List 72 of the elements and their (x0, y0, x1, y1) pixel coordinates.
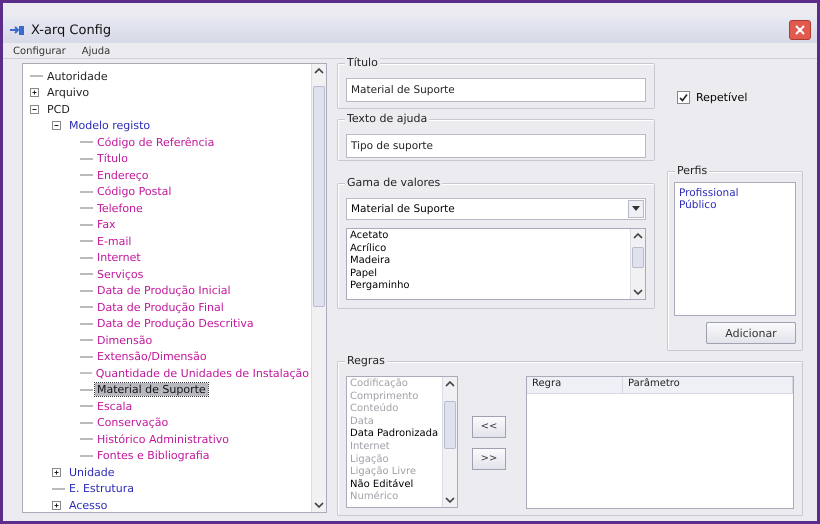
add-button[interactable]: Adicionar (706, 322, 796, 344)
tree-item[interactable]: Serviços (95, 268, 146, 281)
tree-item[interactable]: Acesso (67, 498, 110, 512)
tree-item[interactable]: Unidade (67, 466, 117, 479)
profile-item[interactable]: Público (679, 199, 791, 211)
close-icon (795, 25, 805, 35)
app-icon (9, 24, 25, 36)
tree-item[interactable]: Arquivo (45, 86, 92, 100)
tree-item[interactable]: Modelo registo (67, 119, 152, 132)
group-label: Texto de ajuda (345, 112, 430, 125)
tree-item[interactable]: E-mail (95, 234, 134, 248)
tree-item[interactable]: Código Postal (95, 185, 174, 198)
scroll-thumb[interactable] (444, 401, 456, 450)
close-button[interactable] (789, 20, 811, 40)
list-item[interactable]: Acetato (350, 230, 627, 243)
group-label: Título (345, 56, 380, 69)
group-label: Gama de valores (345, 176, 442, 189)
scrollbar[interactable] (442, 377, 457, 507)
tree-item[interactable]: Fax (95, 218, 118, 232)
values-dropdown[interactable]: Material de Suporte (346, 198, 646, 220)
help-text-field[interactable]: Tipo de suporte (346, 134, 646, 158)
list-item[interactable]: Madeira (350, 255, 627, 268)
checkbox[interactable] (677, 90, 690, 104)
scroll-thumb[interactable] (313, 86, 325, 307)
list-item[interactable]: Acrílico (350, 242, 627, 256)
collapse-icon[interactable] (29, 104, 40, 115)
scrollbar[interactable] (311, 64, 326, 512)
values-list[interactable]: Acetato Acrílico Madeira Papel Pergaminho (346, 228, 646, 300)
menu-item[interactable]: Ajuda (82, 46, 110, 55)
collapse-icon[interactable] (51, 120, 62, 132)
tree-item[interactable]: Data de Produção Final (95, 300, 226, 314)
tree-item[interactable]: Data de Produção Inicial (95, 284, 233, 298)
tree-item[interactable]: Endereço (95, 168, 150, 182)
group-label: Perfis (675, 164, 710, 177)
window-title: X-arq Config (31, 22, 112, 38)
tree-item[interactable]: Extensão/Dimensão (95, 350, 209, 364)
tree-item[interactable]: Material de Suporte (95, 383, 208, 396)
caret-icon (632, 206, 640, 212)
column-header[interactable]: Parâmetro (623, 377, 793, 393)
tree-item[interactable]: Telefone (95, 202, 145, 215)
tree-item[interactable]: Autoridade (45, 70, 110, 83)
tree-item[interactable]: PCD (45, 102, 72, 116)
column-header[interactable]: Regra (527, 377, 623, 393)
tree-item[interactable]: Dimensão (95, 334, 154, 347)
tree-item[interactable]: Conservação (95, 416, 170, 430)
tree-item[interactable]: Quantidade de Unidades de Instalação (94, 366, 311, 380)
move-button[interactable]: << (472, 416, 506, 438)
expand-icon[interactable] (29, 87, 40, 98)
check-icon (679, 92, 688, 102)
group-label: Regras (345, 354, 387, 367)
tree-item[interactable]: Internet (95, 251, 143, 264)
tree-item[interactable]: Fontes e Bibliografia (95, 449, 212, 462)
tree-item[interactable]: Data de Produção Descritiva (95, 317, 256, 330)
scroll-thumb[interactable] (632, 247, 644, 268)
dropdown-button[interactable] (628, 200, 644, 218)
tree-item[interactable]: Código de Referência (95, 136, 216, 149)
tree-item[interactable]: Título (95, 152, 130, 166)
tree-item[interactable]: E. Estrutura (67, 482, 136, 496)
expand-icon[interactable] (51, 466, 62, 478)
list-item[interactable]: Não Editável (350, 478, 439, 492)
list-item[interactable]: Data Padronizada (350, 428, 439, 441)
tree-item[interactable]: Escala (95, 400, 134, 413)
list-item[interactable]: Pergaminho (350, 280, 627, 293)
scrollbar[interactable] (630, 229, 645, 299)
tree-item[interactable]: Histórico Administrativo (95, 432, 231, 446)
move-button[interactable]: >> (472, 448, 506, 470)
profile-item[interactable]: Profissional (679, 187, 791, 199)
expand-icon[interactable] (51, 500, 62, 511)
title-field[interactable]: Material de Suporte (346, 78, 646, 102)
menu-item[interactable]: Configurar (13, 46, 66, 55)
list-item[interactable]: Papel (350, 268, 627, 280)
checkbox-label: Repetível (696, 90, 748, 104)
